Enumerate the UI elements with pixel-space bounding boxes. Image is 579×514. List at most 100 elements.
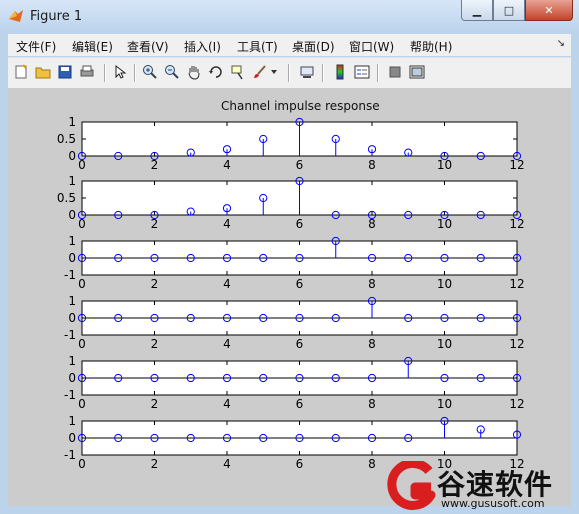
y-tick-label: 0	[68, 371, 76, 385]
x-tick-label: 12	[509, 217, 524, 231]
figure-window: Figure 1 ▁ □ ✕ 文件(F) 编辑(E) 查看(V) 插入(I) 工…	[0, 0, 579, 514]
y-tick-label: -1	[64, 448, 76, 462]
x-tick-label: 4	[223, 337, 231, 351]
watermark-logo-icon	[387, 461, 436, 510]
window-controls: ▁ □ ✕	[461, 0, 573, 22]
zoom-in-icon[interactable]	[141, 63, 159, 81]
edit-plot-arrow-icon[interactable]	[111, 63, 129, 81]
link-plot-icon[interactable]	[298, 63, 316, 81]
x-tick-label: 8	[368, 397, 376, 411]
y-tick-label: 0	[68, 311, 76, 325]
x-tick-label: 6	[296, 217, 304, 231]
figure-canvas[interactable]: Channel impulse response 1 0.5 0 0 2 4 6 8 10 12 1…	[8, 88, 571, 506]
x-tick-label: 4	[223, 277, 231, 291]
toolbar-separator	[104, 64, 106, 82]
y-tick-label: 0.5	[57, 191, 76, 205]
x-tick-label: 12	[509, 397, 524, 411]
y-tick-label: 1	[68, 234, 76, 248]
y-tick-label: 1	[68, 354, 76, 368]
print-icon[interactable]	[78, 63, 96, 81]
x-tick-label: 2	[151, 397, 159, 411]
minimize-button[interactable]: ▁	[461, 0, 493, 21]
x-tick-label: 12	[509, 277, 524, 291]
y-tick-label: 0	[68, 251, 76, 265]
x-tick-label: 10	[437, 217, 452, 231]
x-tick-label: 0	[78, 158, 86, 172]
window-title: Figure 1	[30, 9, 83, 24]
x-tick-label: 6	[296, 397, 304, 411]
y-tick-label: 0	[68, 149, 76, 163]
hide-plot-tools-icon[interactable]	[386, 63, 404, 81]
menu-overflow-arrow[interactable]: ↘	[557, 38, 565, 49]
brush-dropdown-icon[interactable]	[269, 63, 279, 81]
pan-hand-icon[interactable]	[185, 63, 203, 81]
x-tick-label: 8	[368, 217, 376, 231]
save-icon[interactable]	[56, 63, 74, 81]
x-tick-label: 2	[151, 217, 159, 231]
y-tick-label: 0	[68, 431, 76, 445]
maximize-button[interactable]: □	[493, 0, 525, 21]
y-tick-label: -1	[64, 268, 76, 282]
x-tick-label: 2	[151, 277, 159, 291]
x-tick-label: 4	[223, 457, 231, 471]
x-tick-label: 2	[151, 457, 159, 471]
x-tick-label: 12	[509, 337, 524, 351]
x-tick-label: 10	[437, 397, 452, 411]
rotate-3d-icon[interactable]	[207, 63, 225, 81]
stem-plots[interactable]: 10.500 2 4 6 8 10 1210.500 2 4 6 8 10 1210-10 2 4 6 8 10 1…	[8, 88, 571, 506]
x-tick-label: 8	[368, 277, 376, 291]
x-tick-label: 0	[78, 337, 86, 351]
menu-insert[interactable]: 插入(I)	[184, 38, 221, 55]
x-tick-label: 10	[437, 337, 452, 351]
legend-icon[interactable]	[353, 63, 371, 81]
toolbar-separator	[134, 64, 136, 82]
colorbar-icon[interactable]	[331, 63, 349, 81]
menu-edit[interactable]: 编辑(E)	[72, 38, 113, 55]
show-plot-tools-icon[interactable]	[408, 63, 426, 81]
x-tick-label: 0	[78, 277, 86, 291]
zoom-out-icon[interactable]	[163, 63, 181, 81]
y-tick-label: 1	[68, 174, 76, 188]
brush-icon[interactable]	[251, 63, 269, 81]
x-tick-label: 4	[223, 397, 231, 411]
y-tick-label: 0	[68, 208, 76, 222]
title-bar[interactable]: Figure 1 ▁ □ ✕	[0, 0, 579, 32]
x-tick-label: 12	[509, 158, 524, 172]
menu-window[interactable]: 窗口(W)	[349, 38, 394, 55]
x-tick-label: 8	[368, 337, 376, 351]
new-figure-icon[interactable]	[12, 63, 30, 81]
menu-file[interactable]: 文件(F)	[16, 38, 56, 55]
x-tick-label: 4	[223, 158, 231, 172]
x-tick-label: 8	[368, 158, 376, 172]
watermark: 谷速软件 www.gususoft.com	[385, 461, 577, 511]
x-tick-label: 6	[296, 277, 304, 291]
close-button[interactable]: ✕	[525, 0, 573, 21]
matlab-app-icon	[9, 10, 23, 22]
toolbar-separator	[288, 64, 290, 82]
y-tick-label: 1	[68, 115, 76, 129]
x-tick-label: 6	[296, 457, 304, 471]
x-tick-label: 0	[78, 457, 86, 471]
watermark-url: www.gususoft.com	[441, 497, 545, 510]
y-tick-label: -1	[64, 388, 76, 402]
menu-tools[interactable]: 工具(T)	[237, 38, 278, 55]
x-tick-label: 6	[296, 158, 304, 172]
y-tick-label: 1	[68, 414, 76, 428]
x-tick-label: 4	[223, 217, 231, 231]
x-tick-label: 0	[78, 217, 86, 231]
x-tick-label: 2	[151, 337, 159, 351]
x-tick-label: 10	[437, 158, 452, 172]
menu-help[interactable]: 帮助(H)	[410, 38, 452, 55]
data-cursor-icon[interactable]	[229, 63, 247, 81]
x-tick-label: 0	[78, 397, 86, 411]
x-tick-label: 6	[296, 337, 304, 351]
menu-view[interactable]: 查看(V)	[127, 38, 169, 55]
figure-toolbar	[8, 57, 571, 88]
x-tick-label: 2	[151, 158, 159, 172]
y-tick-label: 1	[68, 294, 76, 308]
y-tick-label: 0.5	[57, 132, 76, 146]
x-tick-label: 8	[368, 457, 376, 471]
open-file-icon[interactable]	[34, 63, 52, 81]
x-tick-label: 10	[437, 277, 452, 291]
menu-desktop[interactable]: 桌面(D)	[292, 38, 335, 55]
